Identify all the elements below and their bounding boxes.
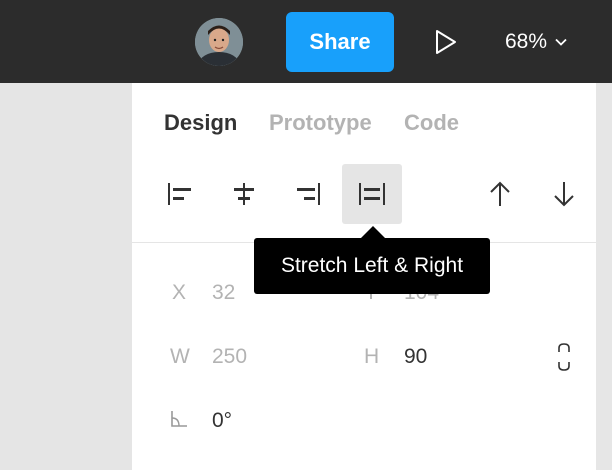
align-left-icon (168, 183, 191, 205)
top-toolbar: Share 68% (0, 0, 612, 83)
align-left-button[interactable] (150, 164, 210, 224)
tab-code[interactable]: Code (404, 108, 459, 138)
stretch-left-right-icon (359, 183, 385, 205)
align-right-button[interactable] (278, 164, 338, 224)
align-horizontal-center-icon (234, 183, 254, 205)
align-right-icon (297, 183, 320, 205)
canvas-area[interactable] (0, 83, 132, 470)
tooltip-arrow (361, 226, 385, 238)
rotation-angle-icon (168, 408, 190, 430)
arrow-up-icon (490, 181, 510, 206)
arrow-down-icon (554, 182, 574, 207)
align-horizontal-center-button[interactable] (214, 164, 274, 224)
w-input[interactable]: 250 (212, 345, 247, 369)
tab-design[interactable]: Design (164, 108, 237, 138)
avatar-image (195, 18, 243, 66)
move-down-button[interactable] (534, 164, 594, 224)
zoom-value: 68% (505, 30, 548, 53)
w-label: W (170, 345, 190, 368)
constrain-proportions-icon (558, 343, 570, 371)
user-avatar[interactable] (195, 18, 243, 66)
tooltip: Stretch Left & Right (254, 238, 490, 294)
chevron-down-icon (555, 38, 567, 46)
tab-prototype[interactable]: Prototype (269, 108, 372, 138)
constrain-proportions-button[interactable] (552, 340, 576, 374)
share-button[interactable]: Share (286, 12, 394, 72)
h-label: H (364, 345, 380, 368)
move-up-button[interactable] (470, 164, 530, 224)
panel-scrollbar[interactable] (596, 83, 612, 470)
x-label: X (172, 281, 187, 304)
stretch-left-right-button[interactable] (342, 164, 402, 224)
h-input[interactable]: 90 (404, 345, 427, 369)
x-input[interactable]: 32 (212, 281, 235, 305)
present-button[interactable] (428, 24, 464, 60)
rotation-input[interactable]: 0° (212, 409, 232, 433)
zoom-dropdown[interactable]: 68% (505, 24, 567, 60)
play-icon (436, 30, 456, 54)
